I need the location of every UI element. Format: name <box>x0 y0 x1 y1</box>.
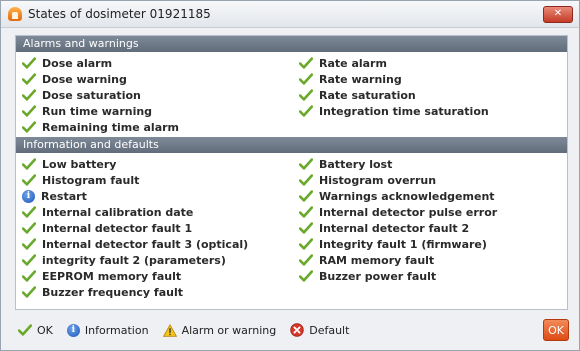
list-item: Warnings acknowledgement <box>293 188 567 204</box>
check-icon <box>21 89 37 101</box>
warning-icon <box>162 323 177 337</box>
list-item: integrity fault 2 (parameters) <box>16 252 290 268</box>
check-icon <box>298 238 314 250</box>
legend-alarm: Alarm or warning <box>162 323 276 337</box>
legend-ok: OK <box>17 324 53 337</box>
check-icon <box>298 89 314 101</box>
list-item: Dose warning <box>16 71 290 87</box>
list-item: Buzzer frequency fault <box>16 284 290 300</box>
info-right-column: Battery lost Histogram overrun Warnings … <box>290 156 567 300</box>
check-icon <box>17 324 33 336</box>
check-icon <box>298 105 314 117</box>
status-legend: OK i Information Alarm or warning Defaul… <box>17 323 363 337</box>
list-item: Rate warning <box>293 71 567 87</box>
error-icon <box>290 323 304 337</box>
states-panel: Alarms and warnings Dose alarm Dose warn… <box>15 35 568 310</box>
info-icon: i <box>22 189 35 203</box>
check-icon <box>21 206 37 218</box>
info-left-column: Low battery Histogram fault i Restart Int… <box>16 156 290 300</box>
list-item: Histogram fault <box>16 172 290 188</box>
check-icon <box>298 270 314 282</box>
check-icon <box>21 105 37 117</box>
list-item: RAM memory fault <box>293 252 567 268</box>
check-icon <box>298 158 314 170</box>
list-item: Buzzer power fault <box>293 268 567 284</box>
window-title: States of dosimeter 01921185 <box>28 7 211 21</box>
list-item: Run time warning <box>16 103 290 119</box>
list-item: Dose alarm <box>16 55 290 71</box>
info-section-header: Information and defaults <box>16 137 567 153</box>
list-item: Histogram overrun <box>293 172 567 188</box>
legend-default: Default <box>290 323 349 337</box>
list-item: Internal detector pulse error <box>293 204 567 220</box>
info-icon: i <box>66 323 80 337</box>
legend-information: i Information <box>66 323 149 337</box>
list-item: Rate saturation <box>293 87 567 103</box>
check-icon <box>21 254 37 266</box>
list-item: Integration time saturation <box>293 103 567 119</box>
check-icon <box>298 222 314 234</box>
check-icon <box>21 73 37 85</box>
check-icon <box>21 222 37 234</box>
check-icon <box>21 121 37 133</box>
title-bar: States of dosimeter 01921185 ✕ <box>1 1 579 28</box>
alarms-right-column: Rate alarm Rate warning Rate saturation … <box>290 55 567 135</box>
list-item: Integrity fault 1 (firmware) <box>293 236 567 252</box>
check-icon <box>298 174 314 186</box>
check-icon <box>298 190 314 202</box>
check-icon <box>298 254 314 266</box>
dialog-window: States of dosimeter 01921185 ✕ Alarms an… <box>0 0 580 351</box>
dosimeter-app-icon <box>8 7 22 21</box>
check-icon <box>21 158 37 170</box>
list-item: Internal detector fault 2 <box>293 220 567 236</box>
alarms-section-header: Alarms and warnings <box>16 36 567 52</box>
check-icon <box>298 206 314 218</box>
check-icon <box>21 57 37 69</box>
check-icon <box>21 174 37 186</box>
list-item: EEPROM memory fault <box>16 268 290 284</box>
list-item: Internal detector fault 3 (optical) <box>16 236 290 252</box>
check-icon <box>298 57 314 69</box>
list-item: i Restart <box>16 188 290 204</box>
list-item: Internal detector fault 1 <box>16 220 290 236</box>
list-item: Rate alarm <box>293 55 567 71</box>
check-icon <box>298 73 314 85</box>
alarms-left-column: Dose alarm Dose warning Dose saturation … <box>16 55 290 135</box>
ok-button[interactable]: OK <box>543 319 569 341</box>
check-icon <box>21 286 37 298</box>
check-icon <box>21 238 37 250</box>
close-button[interactable]: ✕ <box>543 6 573 23</box>
list-item: Battery lost <box>293 156 567 172</box>
list-item: Dose saturation <box>16 87 290 103</box>
list-item: Low battery <box>16 156 290 172</box>
list-item: Internal calibration date <box>16 204 290 220</box>
list-item: Remaining time alarm <box>16 119 290 135</box>
check-icon <box>21 270 37 282</box>
